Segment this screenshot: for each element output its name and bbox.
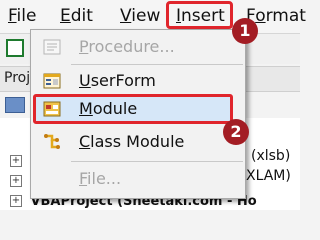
- menu-item-label: Procedure...: [79, 37, 175, 56]
- view-code-icon[interactable]: [5, 97, 25, 113]
- menu-edit[interactable]: Edit: [60, 5, 93, 27]
- step-badge-1: 1: [232, 18, 258, 44]
- menu-item-module[interactable]: Module: [31, 94, 245, 124]
- project-explorer-title: Proj: [4, 70, 31, 86]
- menu-item-label: UserForm: [79, 71, 156, 90]
- expand-icon[interactable]: +: [10, 195, 22, 207]
- class-module-icon: [44, 134, 60, 149]
- menu-item-class-module[interactable]: Class Module: [31, 127, 245, 157]
- menu-item-userform[interactable]: UserForm: [31, 66, 245, 96]
- excel-view-icon[interactable]: [6, 39, 24, 57]
- tree-row-label: (xlsb): [251, 148, 291, 164]
- expand-icon[interactable]: +: [10, 175, 22, 187]
- menu-item-label: File...: [79, 169, 122, 188]
- insert-highlight-box: [166, 1, 233, 29]
- menu-item-label: Module: [79, 99, 138, 118]
- module-icon: [43, 101, 61, 117]
- menu-item-file[interactable]: File...: [31, 164, 245, 194]
- step-badge-2: 2: [223, 119, 249, 145]
- menu-separator: [71, 64, 243, 65]
- menu-view[interactable]: View: [120, 5, 160, 27]
- insert-menu: Procedure... UserForm Module Class Modul…: [30, 29, 246, 199]
- tree-row[interactable]: +: [10, 173, 26, 189]
- menu-separator: [71, 161, 243, 162]
- userform-icon: [43, 73, 61, 89]
- tree-row[interactable]: +: [10, 153, 26, 169]
- menu-file[interactable]: File: [8, 5, 36, 27]
- procedure-icon: [43, 39, 61, 55]
- menu-item-label: Class Module: [79, 132, 185, 151]
- tree-row-label: XLAM): [246, 168, 291, 184]
- expand-icon[interactable]: +: [10, 155, 22, 167]
- menu-item-procedure[interactable]: Procedure...: [31, 32, 245, 62]
